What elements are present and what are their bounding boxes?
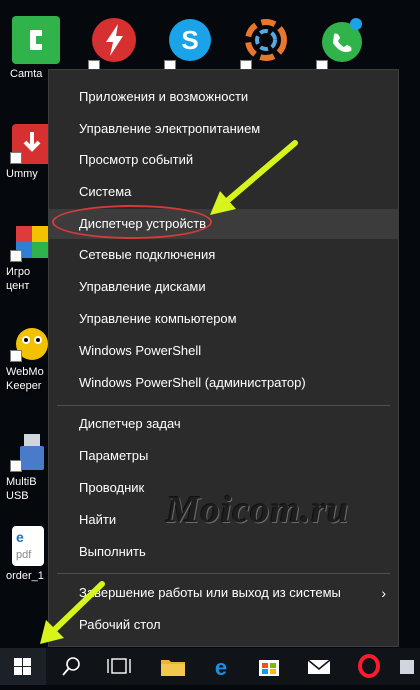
windows-start-icon[interactable] [0, 648, 46, 685]
taskbar-app-icon[interactable] [392, 648, 420, 685]
desktop-icon-label: USB [6, 490, 29, 502]
ummy-icon[interactable]: Ummy [6, 124, 52, 181]
menu-item-label: Выполнить [79, 544, 146, 559]
file-explorer-icon[interactable] [150, 648, 196, 685]
games-center-icon[interactable]: Игро цент [6, 222, 48, 293]
menu-item-label: Параметры [79, 448, 149, 463]
pointer-arrow-icon [210, 140, 298, 215]
pdf-document-icon[interactable]: e pdf order_1 [6, 526, 48, 583]
search-icon[interactable] [48, 648, 94, 685]
desktop-icon-label: Игро [6, 266, 31, 278]
watermark: Moicom.ru [166, 489, 350, 531]
opera-icon[interactable] [346, 648, 392, 685]
flash-app-icon[interactable] [88, 16, 138, 72]
desktop-icon-label: Camta [10, 68, 43, 80]
webmoney-keeper-icon[interactable]: WebMo Keeper [6, 322, 48, 393]
edge-icon[interactable]: e [198, 648, 244, 685]
menu-item-label: Проводник [79, 480, 145, 495]
skype-icon[interactable]: S [164, 16, 214, 72]
menu-item-label: Windows PowerShell [79, 343, 202, 358]
sync-app-icon[interactable] [240, 16, 290, 72]
menu-item-run[interactable]: Выполнить [49, 538, 398, 566]
menu-item-label: Управление электропитанием [79, 121, 261, 136]
menu-item-label: Сетевые подключения [79, 247, 216, 262]
highlight-ellipse [52, 205, 212, 239]
svg-text:e: e [16, 529, 24, 545]
store-icon[interactable] [246, 648, 292, 685]
menu-item-powershell-admin[interactable]: Windows PowerShell (администратор) [49, 369, 398, 397]
menu-item-powershell[interactable]: Windows PowerShell [49, 337, 398, 365]
desktop-icon-label: Ummy [6, 168, 38, 180]
multiboot-usb-icon[interactable]: MultiB USB [6, 432, 48, 503]
menu-item-disk-management[interactable]: Управление дисками [49, 273, 398, 301]
menu-item-label: Приложения и возможности [79, 89, 249, 104]
menu-item-label: Просмотр событий [79, 152, 194, 167]
menu-item-network-connections[interactable]: Сетевые подключения [49, 241, 398, 269]
desktop-icon-label: MultiB [6, 476, 37, 488]
menu-item-label: Управление компьютером [79, 311, 237, 326]
menu-item-apps-features[interactable]: Приложения и возможности [49, 83, 398, 111]
desktop-icon-label: WebMo [6, 366, 44, 378]
pointer-arrow-icon [40, 581, 105, 644]
desktop-icon-label: Keeper [6, 380, 42, 392]
menu-item-label: Windows PowerShell (администратор) [79, 375, 306, 390]
menu-item-label: Найти [79, 512, 117, 527]
mail-icon[interactable] [296, 648, 342, 685]
svg-text:S: S [181, 25, 198, 55]
task-view-icon[interactable] [96, 648, 142, 685]
menu-item-label: Система [79, 184, 132, 199]
menu-separator [57, 573, 390, 574]
camtasia-icon[interactable] [12, 16, 60, 64]
chevron-right-icon: › [381, 585, 386, 601]
menu-item-label: Диспетчер задач [79, 416, 181, 431]
whatsapp-icon[interactable] [316, 16, 366, 72]
menu-item-label: Управление дисками [79, 279, 206, 294]
desktop-icon-label: цент [6, 280, 30, 292]
menu-item-settings[interactable]: Параметры [49, 442, 398, 470]
menu-separator [57, 405, 390, 406]
menu-item-task-manager[interactable]: Диспетчер задач [49, 410, 398, 438]
svg-text:e: e [215, 655, 227, 680]
menu-item-computer-management[interactable]: Управление компьютером [49, 305, 398, 333]
svg-text:pdf: pdf [16, 549, 32, 561]
taskbar: e [0, 648, 420, 685]
